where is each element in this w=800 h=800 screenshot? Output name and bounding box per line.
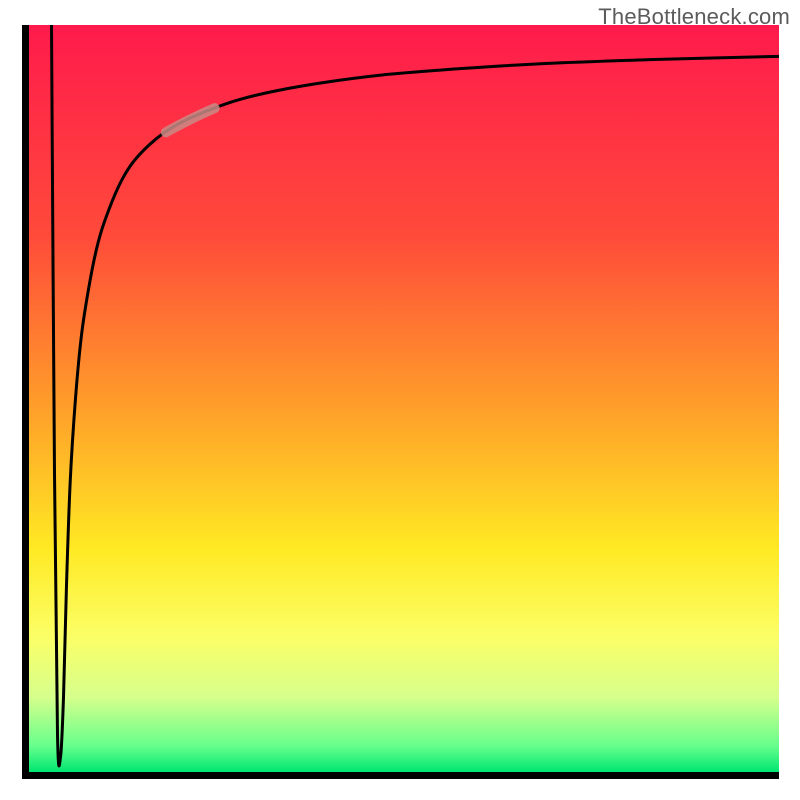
curve-layer	[29, 25, 779, 772]
curve-marker	[166, 108, 215, 132]
bottleneck-curve	[52, 25, 780, 766]
plot-area	[22, 25, 779, 779]
chart-root: TheBottleneck.com	[0, 0, 800, 800]
